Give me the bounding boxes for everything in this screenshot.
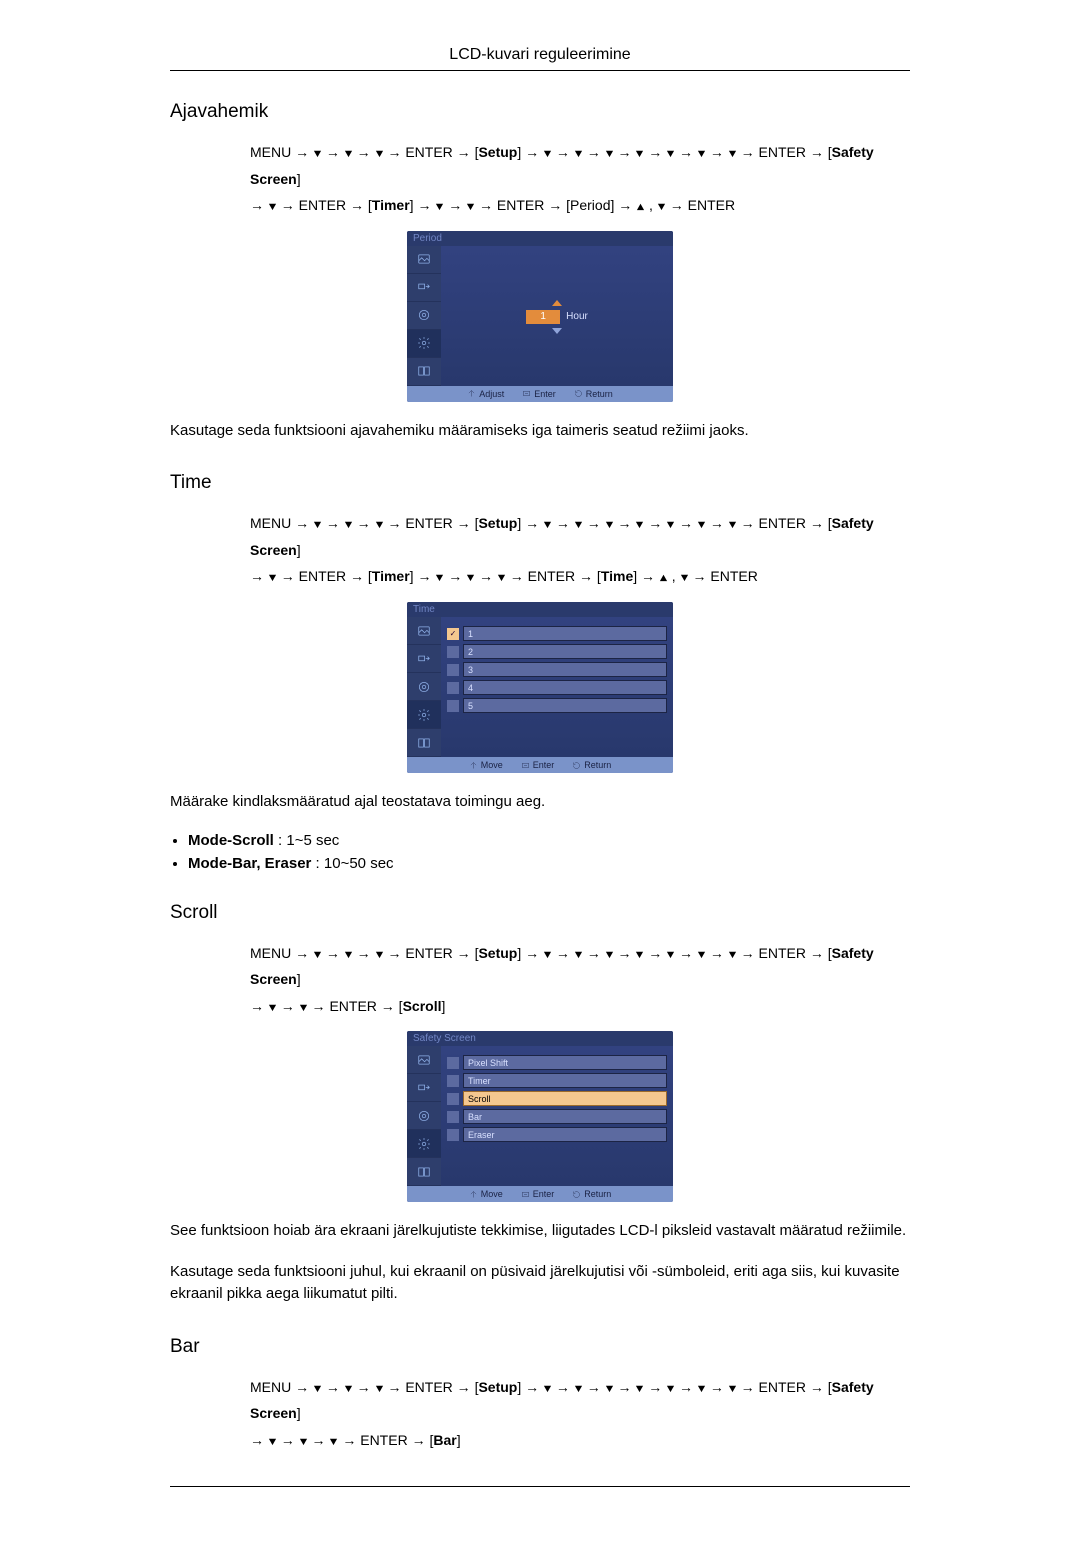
osd-main-time: ✓12345 bbox=[441, 617, 673, 757]
osd-safety-option[interactable]: Scroll bbox=[447, 1091, 667, 1106]
gear-icon[interactable] bbox=[407, 330, 441, 358]
input-icon[interactable] bbox=[407, 1074, 441, 1102]
osd-main-scroll: Pixel Shift Timer Scroll Bar Eraser bbox=[441, 1046, 673, 1186]
period-unit: Hour bbox=[566, 311, 588, 322]
check-icon bbox=[447, 664, 459, 676]
osd-option-label: Eraser bbox=[463, 1127, 667, 1142]
check-icon bbox=[447, 1093, 459, 1105]
mode-item: Mode-Bar, Eraser : 10~50 sec bbox=[188, 855, 910, 872]
osd-panel-period: Period 1 Hour Adjust Enter Return bbox=[407, 231, 673, 402]
osd-footer: Adjust Enter Return bbox=[407, 386, 673, 402]
osd-option-label: 5 bbox=[463, 698, 667, 713]
osd-panel-scroll: Safety Screen Pixel Shift Timer Scroll Bar E… bbox=[407, 1031, 673, 1202]
osd-time-option[interactable]: ✓1 bbox=[447, 626, 667, 641]
section-heading-scroll: Scroll bbox=[170, 902, 910, 924]
osd-time-option[interactable]: 4 bbox=[447, 680, 667, 695]
osd-sidebar bbox=[407, 246, 441, 386]
nav-sequence-scroll: MENU → → → → ENTER → [Setup] → → → → → →… bbox=[250, 940, 910, 1020]
gear-icon[interactable] bbox=[407, 1130, 441, 1158]
period-value: 1 bbox=[526, 310, 560, 324]
osd-safety-option[interactable]: Bar bbox=[447, 1109, 667, 1124]
osd-option-label: Scroll bbox=[463, 1091, 667, 1106]
section-heading-time: Time bbox=[170, 472, 910, 494]
sound-icon[interactable] bbox=[407, 673, 441, 701]
osd-footer: Move Enter Return bbox=[407, 757, 673, 773]
page-header-title: LCD-kuvari reguleerimine bbox=[170, 46, 910, 64]
check-icon: ✓ bbox=[447, 628, 459, 640]
check-icon bbox=[447, 700, 459, 712]
period-description: Kasutage seda funktsiooni ajavahemiku mä… bbox=[170, 420, 910, 443]
multi-icon[interactable] bbox=[407, 358, 441, 386]
osd-safety-option[interactable]: Eraser bbox=[447, 1127, 667, 1142]
nav-sequence-period: MENU → → → → ENTER → [Setup] → → → → → →… bbox=[250, 139, 910, 219]
scroll-description-1: See funktsioon hoiab ära ekraani järelku… bbox=[170, 1220, 910, 1243]
osd-title: Safety Screen bbox=[407, 1031, 673, 1046]
osd-panel-time: Time ✓12345 Move Enter Return bbox=[407, 602, 673, 773]
picture-icon[interactable] bbox=[407, 246, 441, 274]
osd-option-label: 1 bbox=[463, 626, 667, 641]
picture-icon[interactable] bbox=[407, 617, 441, 645]
check-icon bbox=[447, 646, 459, 658]
multi-icon[interactable] bbox=[407, 1158, 441, 1186]
check-icon bbox=[447, 682, 459, 694]
section-heading-period: Ajavahemik bbox=[170, 101, 910, 123]
input-icon[interactable] bbox=[407, 645, 441, 673]
check-icon bbox=[447, 1075, 459, 1087]
multi-icon[interactable] bbox=[407, 729, 441, 757]
nav-sequence-bar: MENU → → → → ENTER → [Setup] → → → → → →… bbox=[250, 1374, 910, 1454]
gear-icon[interactable] bbox=[407, 701, 441, 729]
osd-title: Time bbox=[407, 602, 673, 617]
section-heading-bar: Bar bbox=[170, 1336, 910, 1358]
chevron-up-icon[interactable] bbox=[552, 300, 562, 306]
osd-option-label: Pixel Shift bbox=[463, 1055, 667, 1070]
osd-title: Period bbox=[407, 231, 673, 246]
osd-option-label: 2 bbox=[463, 644, 667, 659]
osd-option-label: Timer bbox=[463, 1073, 667, 1088]
time-description: Määrake kindlaksmääratud ajal teostatava… bbox=[170, 791, 910, 814]
check-icon bbox=[447, 1111, 459, 1123]
osd-main-period: 1 Hour bbox=[441, 246, 673, 386]
chevron-down-icon[interactable] bbox=[552, 328, 562, 334]
scroll-description-2: Kasutage seda funktsiooni juhul, kui ekr… bbox=[170, 1261, 910, 1306]
sound-icon[interactable] bbox=[407, 302, 441, 330]
osd-time-option[interactable]: 3 bbox=[447, 662, 667, 677]
mode-item: Mode-Scroll : 1~5 sec bbox=[188, 832, 910, 849]
osd-sidebar bbox=[407, 1046, 441, 1186]
check-icon bbox=[447, 1057, 459, 1069]
osd-sidebar bbox=[407, 617, 441, 757]
input-icon[interactable] bbox=[407, 274, 441, 302]
osd-footer: Move Enter Return bbox=[407, 1186, 673, 1202]
period-stepper[interactable]: 1 Hour bbox=[447, 252, 667, 382]
time-modes-list: Mode-Scroll : 1~5 sec Mode-Bar, Eraser : … bbox=[170, 832, 910, 872]
osd-time-option[interactable]: 5 bbox=[447, 698, 667, 713]
bottom-rule bbox=[170, 1486, 910, 1487]
osd-safety-option[interactable]: Pixel Shift bbox=[447, 1055, 667, 1070]
picture-icon[interactable] bbox=[407, 1046, 441, 1074]
osd-time-option[interactable]: 2 bbox=[447, 644, 667, 659]
check-icon bbox=[447, 1129, 459, 1141]
osd-option-label: 3 bbox=[463, 662, 667, 677]
osd-safety-option[interactable]: Timer bbox=[447, 1073, 667, 1088]
osd-option-label: Bar bbox=[463, 1109, 667, 1124]
sound-icon[interactable] bbox=[407, 1102, 441, 1130]
osd-option-label: 4 bbox=[463, 680, 667, 695]
nav-sequence-time: MENU → → → → ENTER → [Setup] → → → → → →… bbox=[250, 510, 910, 590]
top-rule bbox=[170, 70, 910, 71]
